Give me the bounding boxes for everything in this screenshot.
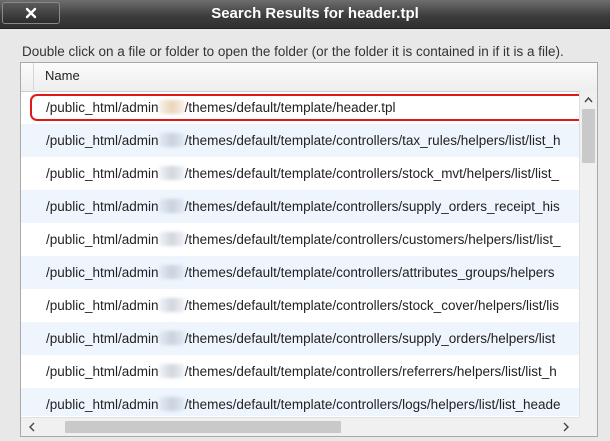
scroll-up-icon[interactable] <box>580 91 597 108</box>
search-results-list: Name /public_html/admin/themes/default/t… <box>20 62 598 437</box>
path-prefix: /public_html/admin <box>46 100 159 115</box>
list-item[interactable]: /public_html/admin/themes/default/templa… <box>21 157 580 190</box>
column-gutter <box>21 63 34 90</box>
list-header: Name <box>21 63 597 92</box>
redacted-segment <box>158 100 185 114</box>
path-prefix: /public_html/admin <box>46 166 159 181</box>
path-suffix: /themes/default/template/controllers/sup… <box>184 199 560 214</box>
list-item[interactable]: /public_html/admin/themes/default/templa… <box>21 256 580 289</box>
redacted-segment <box>158 199 185 213</box>
scroll-right-icon[interactable] <box>557 418 575 436</box>
vertical-scroll-thumb[interactable] <box>582 109 595 163</box>
redacted-segment <box>158 298 185 312</box>
horizontal-scrollbar[interactable] <box>21 417 597 436</box>
window-title: Search Results for header.tpl <box>211 5 419 22</box>
path-suffix: /themes/default/template/controllers/sto… <box>184 166 559 181</box>
list-item[interactable]: /public_html/admin/themes/default/templa… <box>21 124 580 157</box>
redacted-segment <box>158 331 185 345</box>
path-suffix: /themes/default/template/controllers/cus… <box>184 232 561 247</box>
path-suffix: /themes/default/template/header.tpl <box>184 100 396 115</box>
instructions-text: Double click on a file or folder to open… <box>22 44 564 59</box>
title-bar: Search Results for header.tpl <box>0 0 610 29</box>
path-suffix: /themes/default/template/controllers/sto… <box>184 298 559 313</box>
list-item[interactable]: /public_html/admin/themes/default/templa… <box>21 190 580 223</box>
redacted-segment <box>158 133 185 147</box>
path-prefix: /public_html/admin <box>46 199 159 214</box>
path-prefix: /public_html/admin <box>46 331 159 346</box>
path-prefix: /public_html/admin <box>46 232 159 247</box>
path-prefix: /public_html/admin <box>46 133 159 148</box>
path-suffix: /themes/default/template/controllers/ref… <box>184 364 557 379</box>
redacted-segment <box>158 232 185 246</box>
redacted-segment <box>158 364 185 378</box>
vertical-scrollbar[interactable] <box>579 91 597 418</box>
path-prefix: /public_html/admin <box>46 298 159 313</box>
result-rows: /public_html/admin/themes/default/templa… <box>21 91 580 416</box>
list-item[interactable]: /public_html/admin/themes/default/templa… <box>21 289 580 322</box>
scroll-left-icon[interactable] <box>23 418 41 436</box>
horizontal-scroll-thumb[interactable] <box>65 421 341 433</box>
path-suffix: /themes/default/template/controllers/tax… <box>184 133 561 148</box>
path-suffix: /themes/default/template/controllers/sup… <box>184 331 556 346</box>
path-prefix: /public_html/admin <box>46 364 159 379</box>
column-header-name[interactable]: Name <box>45 63 80 89</box>
path-prefix: /public_html/admin <box>46 265 159 280</box>
list-item[interactable]: /public_html/admin/themes/default/templa… <box>21 355 580 388</box>
list-item[interactable]: /public_html/admin/themes/default/templa… <box>21 388 580 416</box>
redacted-segment <box>158 265 185 279</box>
scrollbar-corner <box>579 417 597 436</box>
list-item[interactable]: /public_html/admin/themes/default/templa… <box>21 223 580 256</box>
redacted-segment <box>158 166 185 180</box>
path-prefix: /public_html/admin <box>46 397 159 412</box>
redacted-segment <box>158 397 185 411</box>
list-item[interactable]: /public_html/admin/themes/default/templa… <box>21 322 580 355</box>
list-item[interactable]: /public_html/admin/themes/default/templa… <box>21 91 580 124</box>
path-suffix: /themes/default/template/controllers/att… <box>184 265 555 280</box>
path-suffix: /themes/default/template/controllers/log… <box>184 397 561 412</box>
